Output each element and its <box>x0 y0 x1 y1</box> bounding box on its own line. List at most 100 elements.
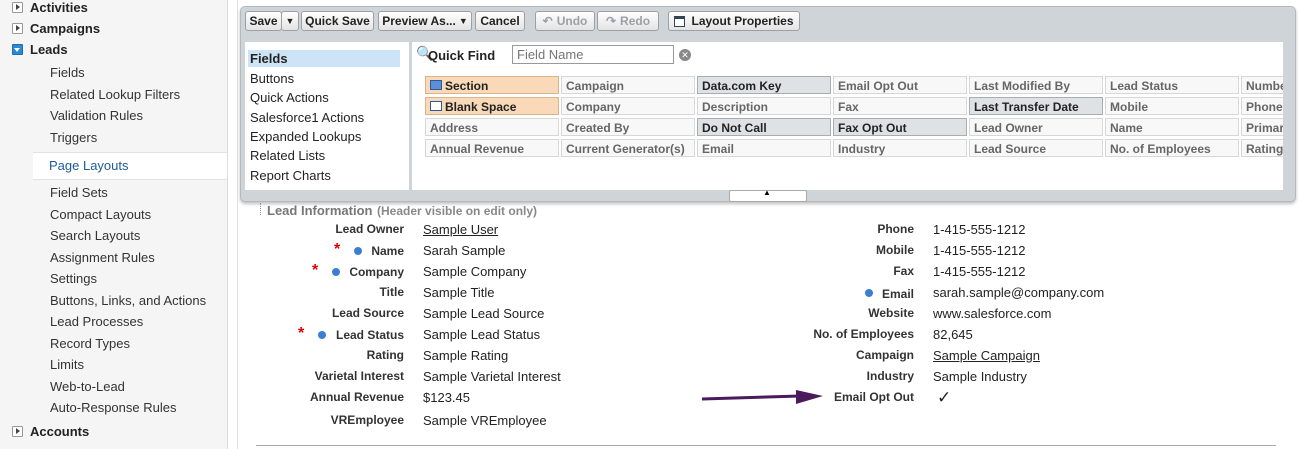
field-label: Varietal Interest <box>314 369 404 383</box>
checkbox-checked-icon[interactable]: ✓ <box>937 388 951 408</box>
blank-space-icon <box>430 101 442 111</box>
quick-find-input[interactable] <box>512 45 674 64</box>
palette-field[interactable]: Current Generator(s) <box>561 139 695 157</box>
field-label: Lead Source <box>331 306 404 320</box>
preview-as-button[interactable]: Preview As... ▼ <box>378 11 472 31</box>
field-label: Company <box>349 265 404 279</box>
field-value[interactable]: Sample Campaign <box>933 348 1040 363</box>
cancel-button[interactable]: Cancel <box>475 11 525 31</box>
save-button[interactable]: Save <box>245 11 282 31</box>
palette-field[interactable]: Email <box>697 139 831 157</box>
palette-field[interactable]: Phone <box>1241 97 1283 115</box>
sidebar-item-web-to-lead[interactable]: Web-to-Lead <box>50 379 125 394</box>
field-value[interactable]: Sample User <box>423 222 498 237</box>
field-value[interactable]: www.salesforce.com <box>933 306 1051 321</box>
palette-field[interactable]: Address <box>425 118 559 136</box>
sidebar-item-fields[interactable]: Fields <box>50 65 85 80</box>
palette-field[interactable]: Fax Opt Out <box>833 118 967 136</box>
field-value[interactable]: Sample Lead Source <box>423 306 544 321</box>
palette-field[interactable]: Last Modified By <box>969 76 1103 94</box>
category-buttons[interactable]: Buttons <box>250 71 294 86</box>
palette-field-blank-space[interactable]: Blank Space <box>425 97 559 115</box>
category-expanded-lookups[interactable]: Expanded Lookups <box>250 129 361 144</box>
undo-button[interactable]: ↶ Undo <box>535 11 595 31</box>
expand-icon[interactable] <box>12 426 23 437</box>
field-value[interactable]: Sample Varietal Interest <box>423 369 561 384</box>
sidebar-item-validation-rules[interactable]: Validation Rules <box>50 108 143 123</box>
field-value[interactable]: 1-415-555-1212 <box>933 264 1026 279</box>
palette-field[interactable]: Campaign <box>561 76 695 94</box>
sidebar-item-lead-processes[interactable]: Lead Processes <box>50 314 143 329</box>
palette-field[interactable]: No. of Employees <box>1105 139 1239 157</box>
palette-field[interactable]: Name <box>1105 118 1239 136</box>
palette-field[interactable]: Annual Revenue <box>425 139 559 157</box>
sidebar-item-field-sets[interactable]: Field Sets <box>50 185 108 200</box>
sidebar-item-activities[interactable]: Activities <box>12 0 88 15</box>
category-fields[interactable]: Fields <box>250 51 288 66</box>
field-label: Campaign <box>855 348 914 362</box>
field-value[interactable]: sarah.sample@company.com <box>933 285 1104 300</box>
sidebar-item-search-layouts[interactable]: Search Layouts <box>50 228 140 243</box>
field-label: Title <box>379 285 404 299</box>
field-value[interactable]: Sarah Sample <box>423 243 505 258</box>
section-title[interactable]: Lead Information <box>267 203 372 218</box>
sidebar-item-accounts[interactable]: Accounts <box>12 424 89 439</box>
palette-field[interactable]: Email Opt Out <box>833 76 967 94</box>
save-dropdown-button[interactable]: ▼ <box>281 11 299 31</box>
sidebar-item-limits[interactable]: Limits <box>50 357 84 372</box>
palette-field[interactable]: Do Not Call <box>697 118 831 136</box>
field-value[interactable]: Sample Title <box>423 285 495 300</box>
palette-field[interactable]: Industry <box>833 139 967 157</box>
field-label: Phone <box>877 222 914 236</box>
expand-icon[interactable] <box>12 23 23 34</box>
field-value[interactable]: 1-415-555-1212 <box>933 243 1026 258</box>
field-value[interactable]: Sample VREmployee <box>423 413 547 428</box>
sidebar-item-campaigns[interactable]: Campaigns <box>12 21 100 36</box>
sidebar-item-compact-layouts[interactable]: Compact Layouts <box>50 207 151 222</box>
palette-field-section[interactable]: Section <box>425 76 559 94</box>
expand-icon[interactable] <box>12 2 23 13</box>
palette-field[interactable]: Description <box>697 97 831 115</box>
palette-field[interactable]: Lead Owner <box>969 118 1103 136</box>
category-report-charts[interactable]: Report Charts <box>250 168 331 183</box>
category-related-lists[interactable]: Related Lists <box>250 148 325 163</box>
quick-save-button[interactable]: Quick Save <box>301 11 374 31</box>
palette-field[interactable]: Company <box>561 97 695 115</box>
sidebar-item-related-lookup-filters[interactable]: Related Lookup Filters <box>50 87 180 102</box>
palette-field[interactable]: Lead Source <box>969 139 1103 157</box>
sidebar-item-record-types[interactable]: Record Types <box>50 336 130 351</box>
sidebar-label: Accounts <box>30 424 90 439</box>
sidebar-item-leads[interactable]: Leads <box>12 42 68 57</box>
palette-field[interactable]: Mobile <box>1105 97 1239 115</box>
sidebar-item-triggers[interactable]: Triggers <box>50 130 97 145</box>
palette-field[interactable]: Number <box>1241 76 1283 94</box>
clear-search-icon[interactable]: ✕ <box>679 49 691 61</box>
sidebar-item-settings[interactable]: Settings <box>50 271 97 286</box>
field-value[interactable]: $123.45 <box>423 390 470 405</box>
field-value[interactable]: Sample Lead Status <box>423 327 540 342</box>
palette-field[interactable]: Last Transfer Date <box>969 97 1103 115</box>
sidebar-item-assignment-rules[interactable]: Assignment Rules <box>50 250 155 265</box>
palette-field[interactable]: Lead Status <box>1105 76 1239 94</box>
palette-field[interactable]: Primary <box>1241 118 1283 136</box>
sidebar-item-buttons-links-actions[interactable]: Buttons, Links, and Actions <box>50 293 206 308</box>
redo-button[interactable]: ↷ Redo <box>597 11 659 31</box>
category-salesforce1-actions[interactable]: Salesforce1 Actions <box>250 110 364 125</box>
sidebar-item-page-layouts[interactable]: Page Layouts <box>33 152 227 180</box>
field-value[interactable]: Sample Rating <box>423 348 508 363</box>
palette-field[interactable]: Rating <box>1241 139 1283 157</box>
field-value[interactable]: 1-415-555-1212 <box>933 222 1026 237</box>
sidebar-item-auto-response-rules[interactable]: Auto-Response Rules <box>50 400 176 415</box>
palette-field[interactable]: Created By <box>561 118 695 136</box>
layout-properties-button[interactable]: Layout Properties <box>668 11 800 31</box>
field-value[interactable]: 82,645 <box>933 327 973 342</box>
field-label: Mobile <box>876 243 914 257</box>
section-drag-handle[interactable] <box>260 203 263 215</box>
palette-field[interactable]: Fax <box>833 97 967 115</box>
field-value[interactable]: Sample Company <box>423 264 526 279</box>
palette-field[interactable]: Data.com Key <box>697 76 831 94</box>
field-value[interactable]: Sample Industry <box>933 369 1027 384</box>
category-quick-actions[interactable]: Quick Actions <box>250 90 329 105</box>
properties-icon <box>674 15 686 27</box>
collapse-icon[interactable] <box>12 44 23 55</box>
